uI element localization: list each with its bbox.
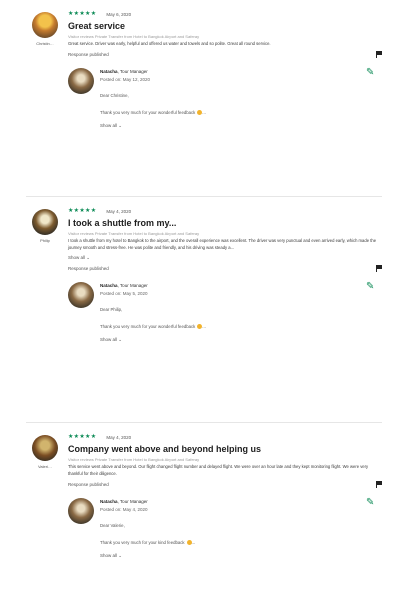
manager-reply: Natacha, Tour Manager Posted on: May 4, …: [68, 498, 382, 586]
review-body: Great service. Driver was early, helpful…: [68, 41, 271, 46]
pencil-icon[interactable]: ✎: [366, 68, 376, 78]
response-status: Response published: [68, 481, 382, 488]
pencil-icon[interactable]: ✎: [366, 498, 376, 508]
reviewer-avatar[interactable]: [32, 209, 58, 235]
reply-posted-date: Posted on: May 12, 2020: [100, 77, 151, 82]
review-title: Great service: [68, 21, 126, 31]
review-card: Philip ★★★★★ May 4, 2020 I took a shuttl…: [26, 196, 382, 422]
review-date: May 4, 2020: [106, 435, 132, 440]
manager-name: Natacha, Tour Manager: [100, 499, 148, 504]
manager-reply: Natacha, Tour Manager Posted on: May 12,…: [68, 68, 382, 156]
review-body: I took a shuttle from my hotel to Bangko…: [68, 238, 377, 250]
reply-text: Thank you very much for your wonderful f…: [100, 324, 206, 329]
response-published-label: Response published: [68, 482, 109, 487]
response-published-label: Response published: [68, 266, 109, 271]
flag-icon[interactable]: [376, 51, 382, 58]
response-status: Response published: [68, 51, 382, 58]
review-card: Valeri… ★★★★★ May 4, 2020 Company went a…: [26, 422, 382, 599]
reviewer-avatar[interactable]: [32, 435, 58, 461]
review-card: Christin… ★★★★★ May 6, 2020 Great servic…: [26, 0, 382, 196]
reviewer-name: Christin…: [36, 41, 54, 46]
flag-icon[interactable]: [376, 265, 382, 272]
manager-avatar: [68, 282, 94, 308]
reply-show-all-link[interactable]: Show all ⌄: [100, 336, 382, 343]
reviews-page: Christin… ★★★★★ May 6, 2020 Great servic…: [0, 0, 396, 599]
response-status: Response published: [68, 265, 382, 272]
reply-greeting: Dear Valerie,: [100, 523, 125, 528]
rating-stars: ★★★★★: [68, 11, 97, 17]
manager-reply: Natacha, Tour Manager Posted on: May 5, …: [68, 282, 382, 370]
emoji-icon: [186, 540, 192, 545]
review-show-all-link[interactable]: Show all ⌄: [68, 254, 382, 261]
review-title: Company went above and beyond helping us: [68, 444, 262, 454]
reply-text: Thank you very much for your wonderful f…: [100, 110, 206, 115]
reply-posted-date: Posted on: May 4, 2020: [100, 507, 148, 512]
review-body: This service went above and beyond. Our …: [68, 464, 369, 476]
review-title: I took a shuttle from my...: [68, 218, 177, 228]
reply-show-all-link[interactable]: Show all ⌄: [100, 552, 382, 559]
response-published-label: Response published: [68, 52, 109, 57]
review-date: May 4, 2020: [106, 209, 132, 214]
manager-name: Natacha, Tour Manager: [100, 69, 148, 74]
reviewer-name: Valeri…: [38, 464, 52, 469]
reply-show-all-link[interactable]: Show all ⌄: [100, 122, 382, 129]
emoji-icon: [197, 110, 203, 115]
emoji-icon: [197, 324, 203, 329]
manager-avatar: [68, 68, 94, 94]
reply-text: Thank you very much for your kind feedba…: [100, 540, 196, 545]
reviewer-avatar[interactable]: [32, 12, 58, 38]
reply-greeting: Dear Philip,: [100, 307, 123, 312]
reply-posted-date: Posted on: May 5, 2020: [100, 291, 148, 296]
manager-name: Natacha, Tour Manager: [100, 283, 148, 288]
rating-stars: ★★★★★: [68, 208, 97, 214]
reply-greeting: Dear Christine,: [100, 93, 129, 98]
flag-icon[interactable]: [376, 481, 382, 488]
review-subtitle: Visitor reviews Private Transfer from Ho…: [68, 231, 200, 236]
manager-avatar: [68, 498, 94, 524]
reviewer-name: Philip: [40, 238, 50, 243]
review-subtitle: Visitor reviews Private Transfer from Ho…: [68, 457, 200, 462]
rating-stars: ★★★★★: [68, 434, 97, 440]
review-date: May 6, 2020: [106, 12, 132, 17]
pencil-icon[interactable]: ✎: [366, 282, 376, 292]
review-subtitle: Visitor reviews Private Transfer from Ho…: [68, 34, 200, 39]
